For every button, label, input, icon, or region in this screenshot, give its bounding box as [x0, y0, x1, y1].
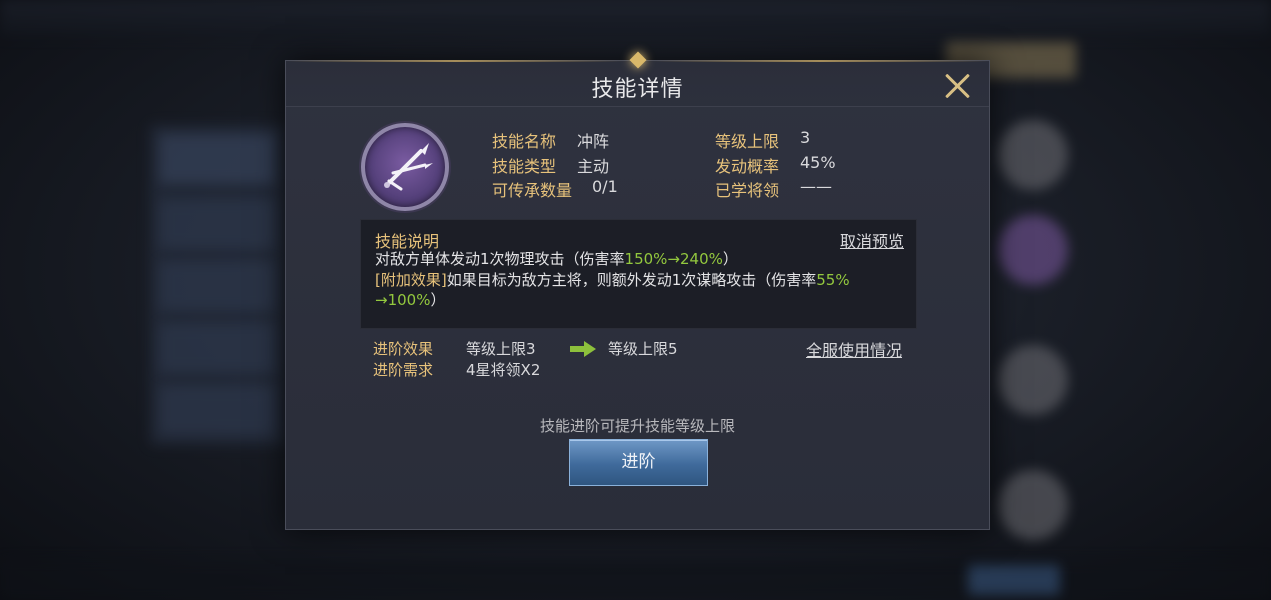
dialog-header: 技能详情: [286, 51, 991, 107]
background-bottom-button: [968, 565, 1060, 595]
skill-type-label: 技能类型: [492, 157, 557, 176]
skill-name-label: 技能名称: [492, 132, 557, 151]
advance-requirement-label: 进阶需求: [373, 361, 434, 379]
skill-description-box: 技能说明 取消预览 对敌方单体发动1次物理攻击（伤害率150%→240%） [附…: [360, 219, 917, 329]
background-tab: [160, 324, 275, 372]
cancel-preview-link[interactable]: 取消预览: [840, 228, 904, 252]
skill-detail-dialog: 技能详情 技能名称 冲阵 技能类型 主动 可传承数量 0/1 等级上限 3 发动…: [285, 51, 991, 530]
dialog-title: 技能详情: [591, 77, 684, 102]
level-cap-value: 3: [800, 128, 811, 147]
level-cap-label: 等级上限: [715, 132, 780, 151]
description-line-3: →100%）: [375, 291, 446, 309]
background-avatar: [998, 470, 1068, 540]
skill-type-value: 主动: [577, 157, 610, 176]
background-avatar: [998, 345, 1068, 415]
game-screen: 技能详情 技能名称 冲阵 技能类型 主动 可传承数量 0/1 等级上限 3 发动…: [0, 0, 1271, 600]
advance-effect-from: 等级上限3: [466, 340, 536, 358]
background-tab: [160, 262, 275, 310]
advance-hint: 技能进阶可提升技能等级上限: [539, 417, 735, 435]
header-ornament: [629, 51, 647, 69]
background-avatar: [998, 215, 1068, 285]
damage-rate-highlight: 150%→240%: [624, 250, 723, 268]
background-tab: [160, 135, 275, 183]
skill-name-value: 冲阵: [577, 132, 610, 151]
advance-requirement-value: 4星将领X2: [466, 361, 541, 379]
extra-effect-tag: [附加效果]: [375, 271, 447, 289]
background-tab: [160, 386, 275, 434]
background-top-bar: [0, 0, 1271, 36]
background-avatar: [998, 120, 1068, 190]
inherit-count-label: 可传承数量: [492, 181, 573, 200]
background-bottom-bar: [0, 560, 1271, 600]
learned-generals-label: 已学将领: [715, 181, 780, 200]
server-usage-link[interactable]: 全服使用情况: [806, 337, 902, 361]
description-line-1: 对敌方单体发动1次物理攻击（伤害率150%→240%）: [375, 250, 738, 268]
advance-effect-to: 等级上限5: [608, 340, 678, 358]
trigger-rate-label: 发动概率: [715, 157, 780, 176]
inherit-count-value: 0/1: [592, 177, 618, 196]
crossed-swords-icon: [361, 123, 449, 211]
trigger-rate-value: 45%: [800, 153, 836, 172]
close-icon[interactable]: [943, 71, 971, 99]
learned-generals-value: ——: [800, 177, 832, 196]
background-tab: [160, 200, 275, 248]
description-line-2: [附加效果]如果目标为敌方主将，则额外发动1次谋略攻击（伤害率55%: [375, 271, 850, 289]
advance-effect-label: 进阶效果: [373, 340, 434, 358]
right-arrow-icon: [570, 341, 596, 357]
advance-button[interactable]: 进阶: [569, 439, 708, 486]
